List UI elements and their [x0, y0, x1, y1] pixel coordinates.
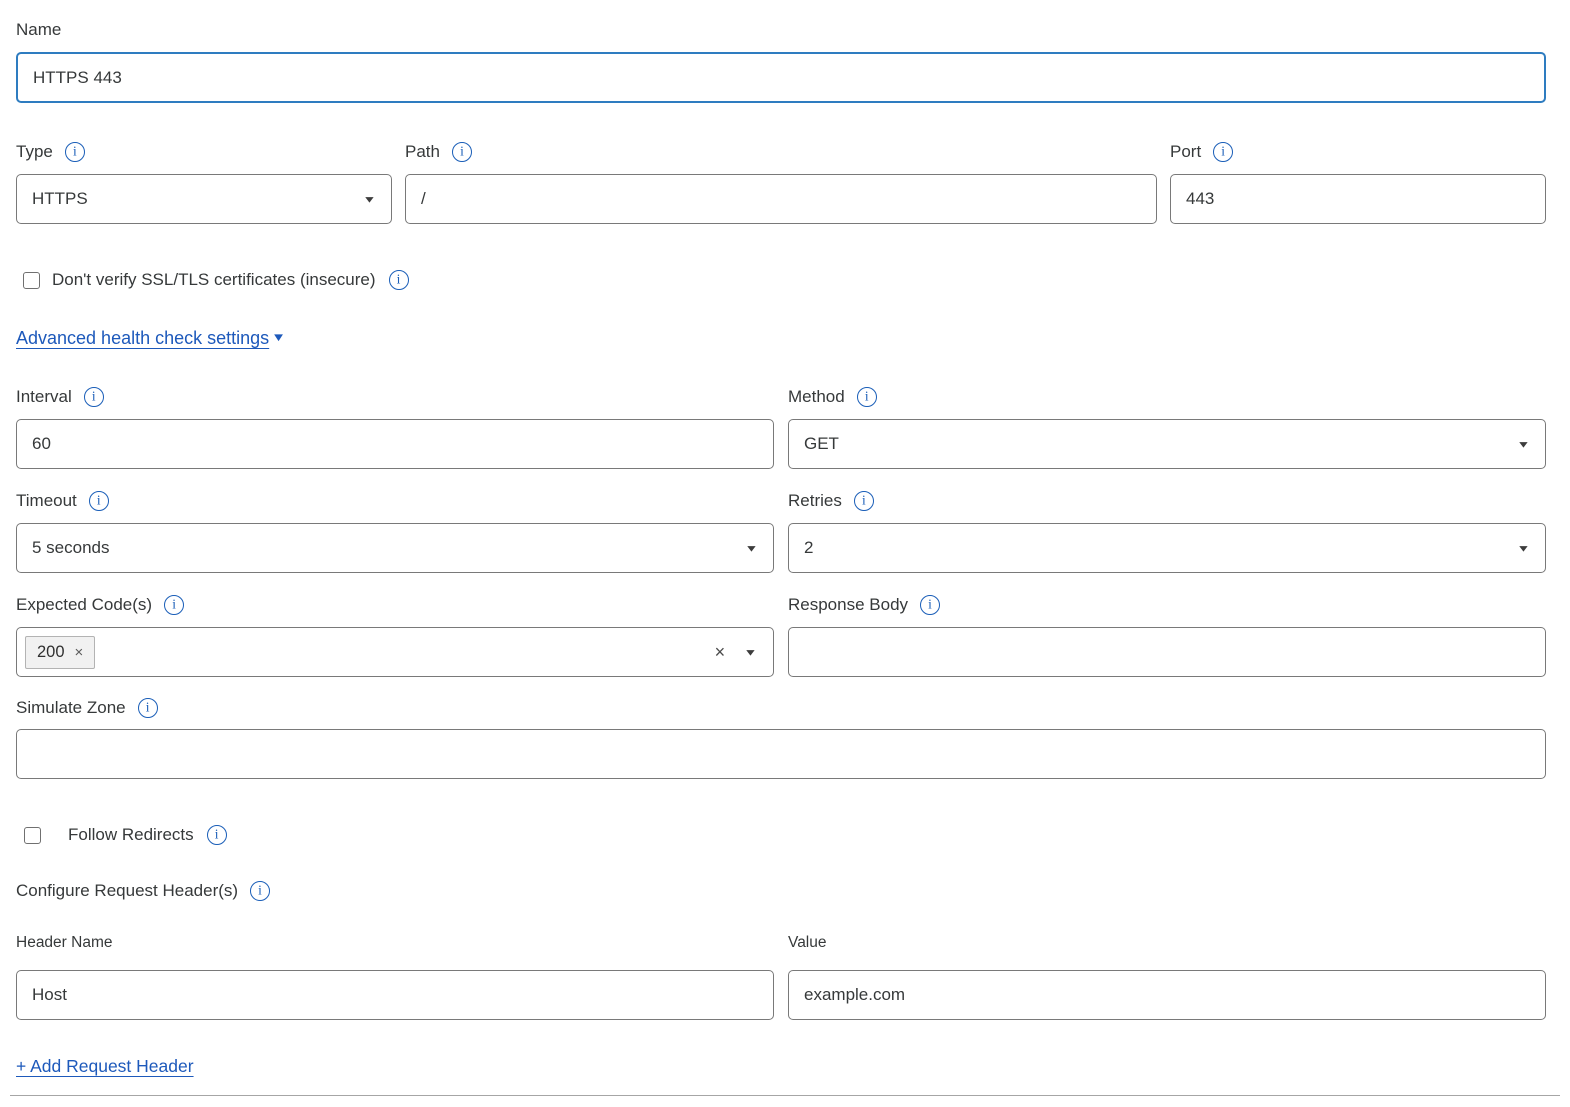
info-icon[interactable]: i	[89, 491, 109, 511]
follow-redirects-label: Follow Redirects	[68, 825, 194, 845]
method-label: Method	[788, 386, 845, 408]
retries-label: Retries	[788, 490, 842, 512]
configure-headers-label: Configure Request Header(s)	[16, 880, 238, 902]
info-icon[interactable]: i	[857, 387, 877, 407]
codes-body-row: Expected Code(s) i 200 × × ▼ Response Bo…	[16, 593, 1546, 677]
port-label: Port	[1170, 141, 1201, 163]
simulate-zone-label-row: Simulate Zone i	[16, 696, 1546, 720]
type-select[interactable]: HTTPS ▼	[16, 174, 392, 224]
interval-label: Interval	[16, 386, 72, 408]
expected-codes-select[interactable]: 200 × × ▼	[16, 627, 774, 677]
type-label: Type	[16, 141, 53, 163]
add-header-row: + Add Request Header	[16, 1054, 1546, 1080]
response-body-label: Response Body	[788, 594, 908, 616]
header-value-input[interactable]	[788, 970, 1546, 1020]
type-path-port-row: Type i HTTPS ▼ Path i Port i	[16, 140, 1546, 224]
expected-code-tag-value: 200	[37, 643, 65, 662]
info-icon[interactable]: i	[164, 595, 184, 615]
chevron-down-icon: ▼	[743, 647, 757, 658]
ssl-verify-row: Don't verify SSL/TLS certificates (insec…	[23, 268, 1546, 292]
info-icon[interactable]: i	[854, 491, 874, 511]
name-input[interactable]	[16, 52, 1546, 103]
info-icon[interactable]: i	[920, 595, 940, 615]
expected-codes-field-group: Expected Code(s) i 200 × × ▼	[16, 593, 774, 677]
method-field-group: Method i GET ▼	[788, 385, 1546, 469]
name-label: Name	[16, 19, 1546, 41]
info-icon[interactable]: i	[65, 142, 85, 162]
retries-select-value: 2	[804, 538, 813, 558]
info-icon[interactable]: i	[1213, 142, 1233, 162]
path-field-group: Path i	[405, 140, 1157, 224]
timeout-field-group: Timeout i 5 seconds ▼	[16, 489, 774, 573]
port-field-group: Port i	[1170, 140, 1546, 224]
method-select[interactable]: GET ▼	[788, 419, 1546, 469]
timeout-select-value: 5 seconds	[32, 538, 110, 558]
timeout-select[interactable]: 5 seconds ▼	[16, 523, 774, 573]
info-icon[interactable]: i	[389, 270, 409, 290]
info-icon[interactable]: i	[452, 142, 472, 162]
add-request-header-link[interactable]: + Add Request Header	[16, 1056, 194, 1076]
interval-method-row: Interval i Method i GET ▼	[16, 385, 1546, 469]
ssl-verify-checkbox[interactable]	[23, 272, 40, 289]
expected-codes-label: Expected Code(s)	[16, 594, 152, 616]
follow-redirects-checkbox[interactable]	[24, 827, 41, 844]
section-divider	[10, 1095, 1560, 1096]
retries-select[interactable]: 2 ▼	[788, 523, 1546, 573]
info-icon[interactable]: i	[84, 387, 104, 407]
response-body-input[interactable]	[788, 627, 1546, 677]
remove-tag-icon[interactable]: ×	[75, 644, 84, 661]
header-value-field-group: Value	[788, 933, 1546, 1020]
port-input[interactable]	[1170, 174, 1546, 224]
advanced-settings-link[interactable]: Advanced health check settings▼	[16, 325, 286, 351]
chevron-down-icon: ▼	[744, 543, 758, 554]
path-label: Path	[405, 141, 440, 163]
request-header-row: Header Name Value	[16, 933, 1546, 1020]
ssl-verify-label: Don't verify SSL/TLS certificates (insec…	[52, 270, 376, 290]
header-value-label: Value	[788, 933, 1546, 953]
info-icon[interactable]: i	[138, 698, 158, 718]
response-body-field-group: Response Body i	[788, 593, 1546, 677]
retries-field-group: Retries i 2 ▼	[788, 489, 1546, 573]
multiselect-controls: × ▼	[715, 643, 757, 661]
method-select-value: GET	[804, 434, 839, 454]
interval-field-group: Interval i	[16, 385, 774, 469]
type-field-group: Type i HTTPS ▼	[16, 140, 392, 224]
chevron-down-icon: ▼	[362, 194, 376, 205]
path-input[interactable]	[405, 174, 1157, 224]
info-icon[interactable]: i	[207, 825, 227, 845]
clear-icon[interactable]: ×	[715, 643, 726, 661]
timeout-retries-row: Timeout i 5 seconds ▼ Retries i 2 ▼	[16, 489, 1546, 573]
chevron-down-icon: ▼	[271, 328, 286, 348]
header-name-field-group: Header Name	[16, 933, 774, 1020]
simulate-zone-label: Simulate Zone	[16, 697, 126, 719]
chevron-down-icon: ▼	[1516, 543, 1530, 554]
info-icon[interactable]: i	[250, 881, 270, 901]
health-check-form: Name Type i HTTPS ▼ Path i Port i	[0, 0, 1570, 1096]
advanced-settings-row: Advanced health check settings▼	[16, 325, 1546, 353]
expected-code-tag: 200 ×	[25, 636, 95, 669]
configure-headers-row: Configure Request Header(s) i	[16, 879, 1546, 903]
header-name-label: Header Name	[16, 933, 774, 953]
follow-redirects-row: Follow Redirects i	[24, 823, 1546, 847]
type-select-value: HTTPS	[32, 189, 88, 209]
interval-input[interactable]	[16, 419, 774, 469]
simulate-zone-input[interactable]	[16, 729, 1546, 779]
header-name-input[interactable]	[16, 970, 774, 1020]
timeout-label: Timeout	[16, 490, 77, 512]
chevron-down-icon: ▼	[1516, 439, 1530, 450]
